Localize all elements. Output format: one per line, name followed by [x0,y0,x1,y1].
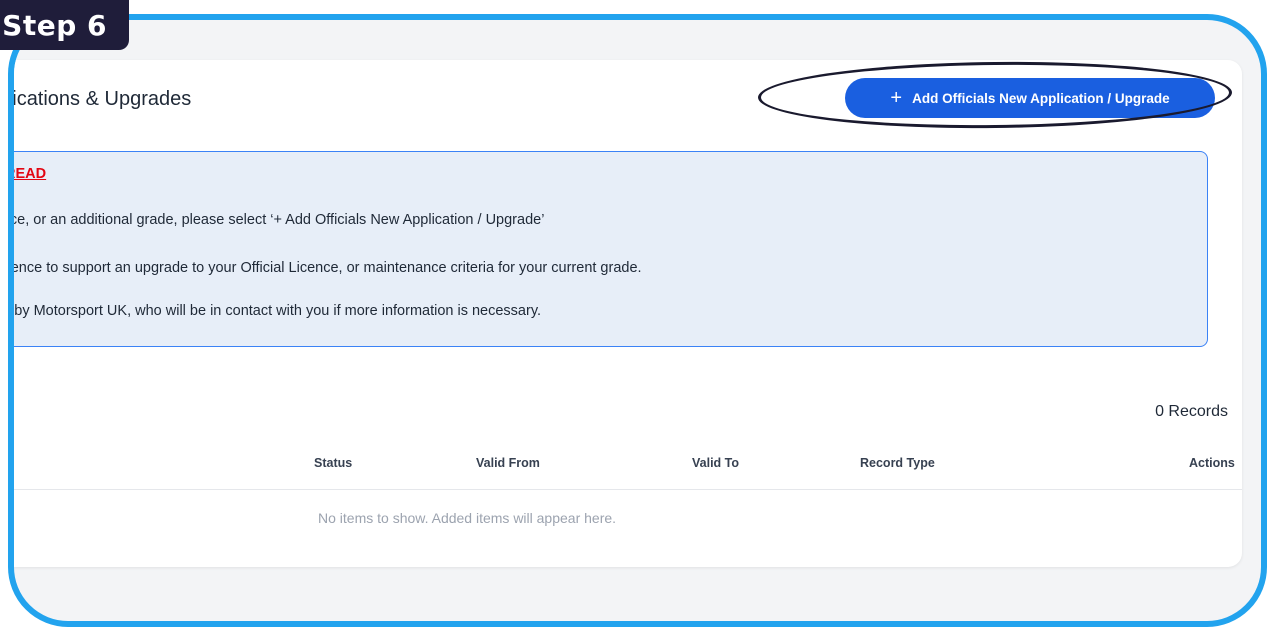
table-divider [14,489,1242,490]
add-application-button[interactable]: + Add Officials New Application / Upgrad… [845,78,1215,118]
column-actions: Actions [1189,456,1235,470]
step-label: Step 6 [2,8,107,42]
applications-card: Officials Applications & Upgrades + Add … [8,59,1242,567]
info-notice: PLEASE READ To apply for an Official Lic… [8,151,1208,347]
page-title: Officials Applications & Upgrades [8,88,192,110]
empty-table-message: No items to show. Added items will appea… [318,510,617,526]
column-valid-from[interactable]: Valid From [476,456,540,470]
plus-icon: + [890,87,903,109]
screenshot-frame: Officials Applications & Upgrades + Add … [8,14,1267,627]
notice-line-3: Applications are reviewed by Motorsport … [14,303,542,319]
notice-line-1: To apply for an Official Licence, or an … [9,212,545,228]
step-badge: Step 6 [0,0,129,50]
column-status[interactable]: Status [314,456,352,470]
add-application-button-label: Add Officials New Application / Upgrade [912,90,1170,106]
notice-line-2: This section can be used to upload evide… [10,260,642,276]
column-record-type[interactable]: Record Type [860,456,935,470]
notice-heading: PLEASE READ [8,166,47,182]
column-valid-to[interactable]: Valid To [692,456,739,470]
record-count: 0 Records [1155,403,1228,420]
